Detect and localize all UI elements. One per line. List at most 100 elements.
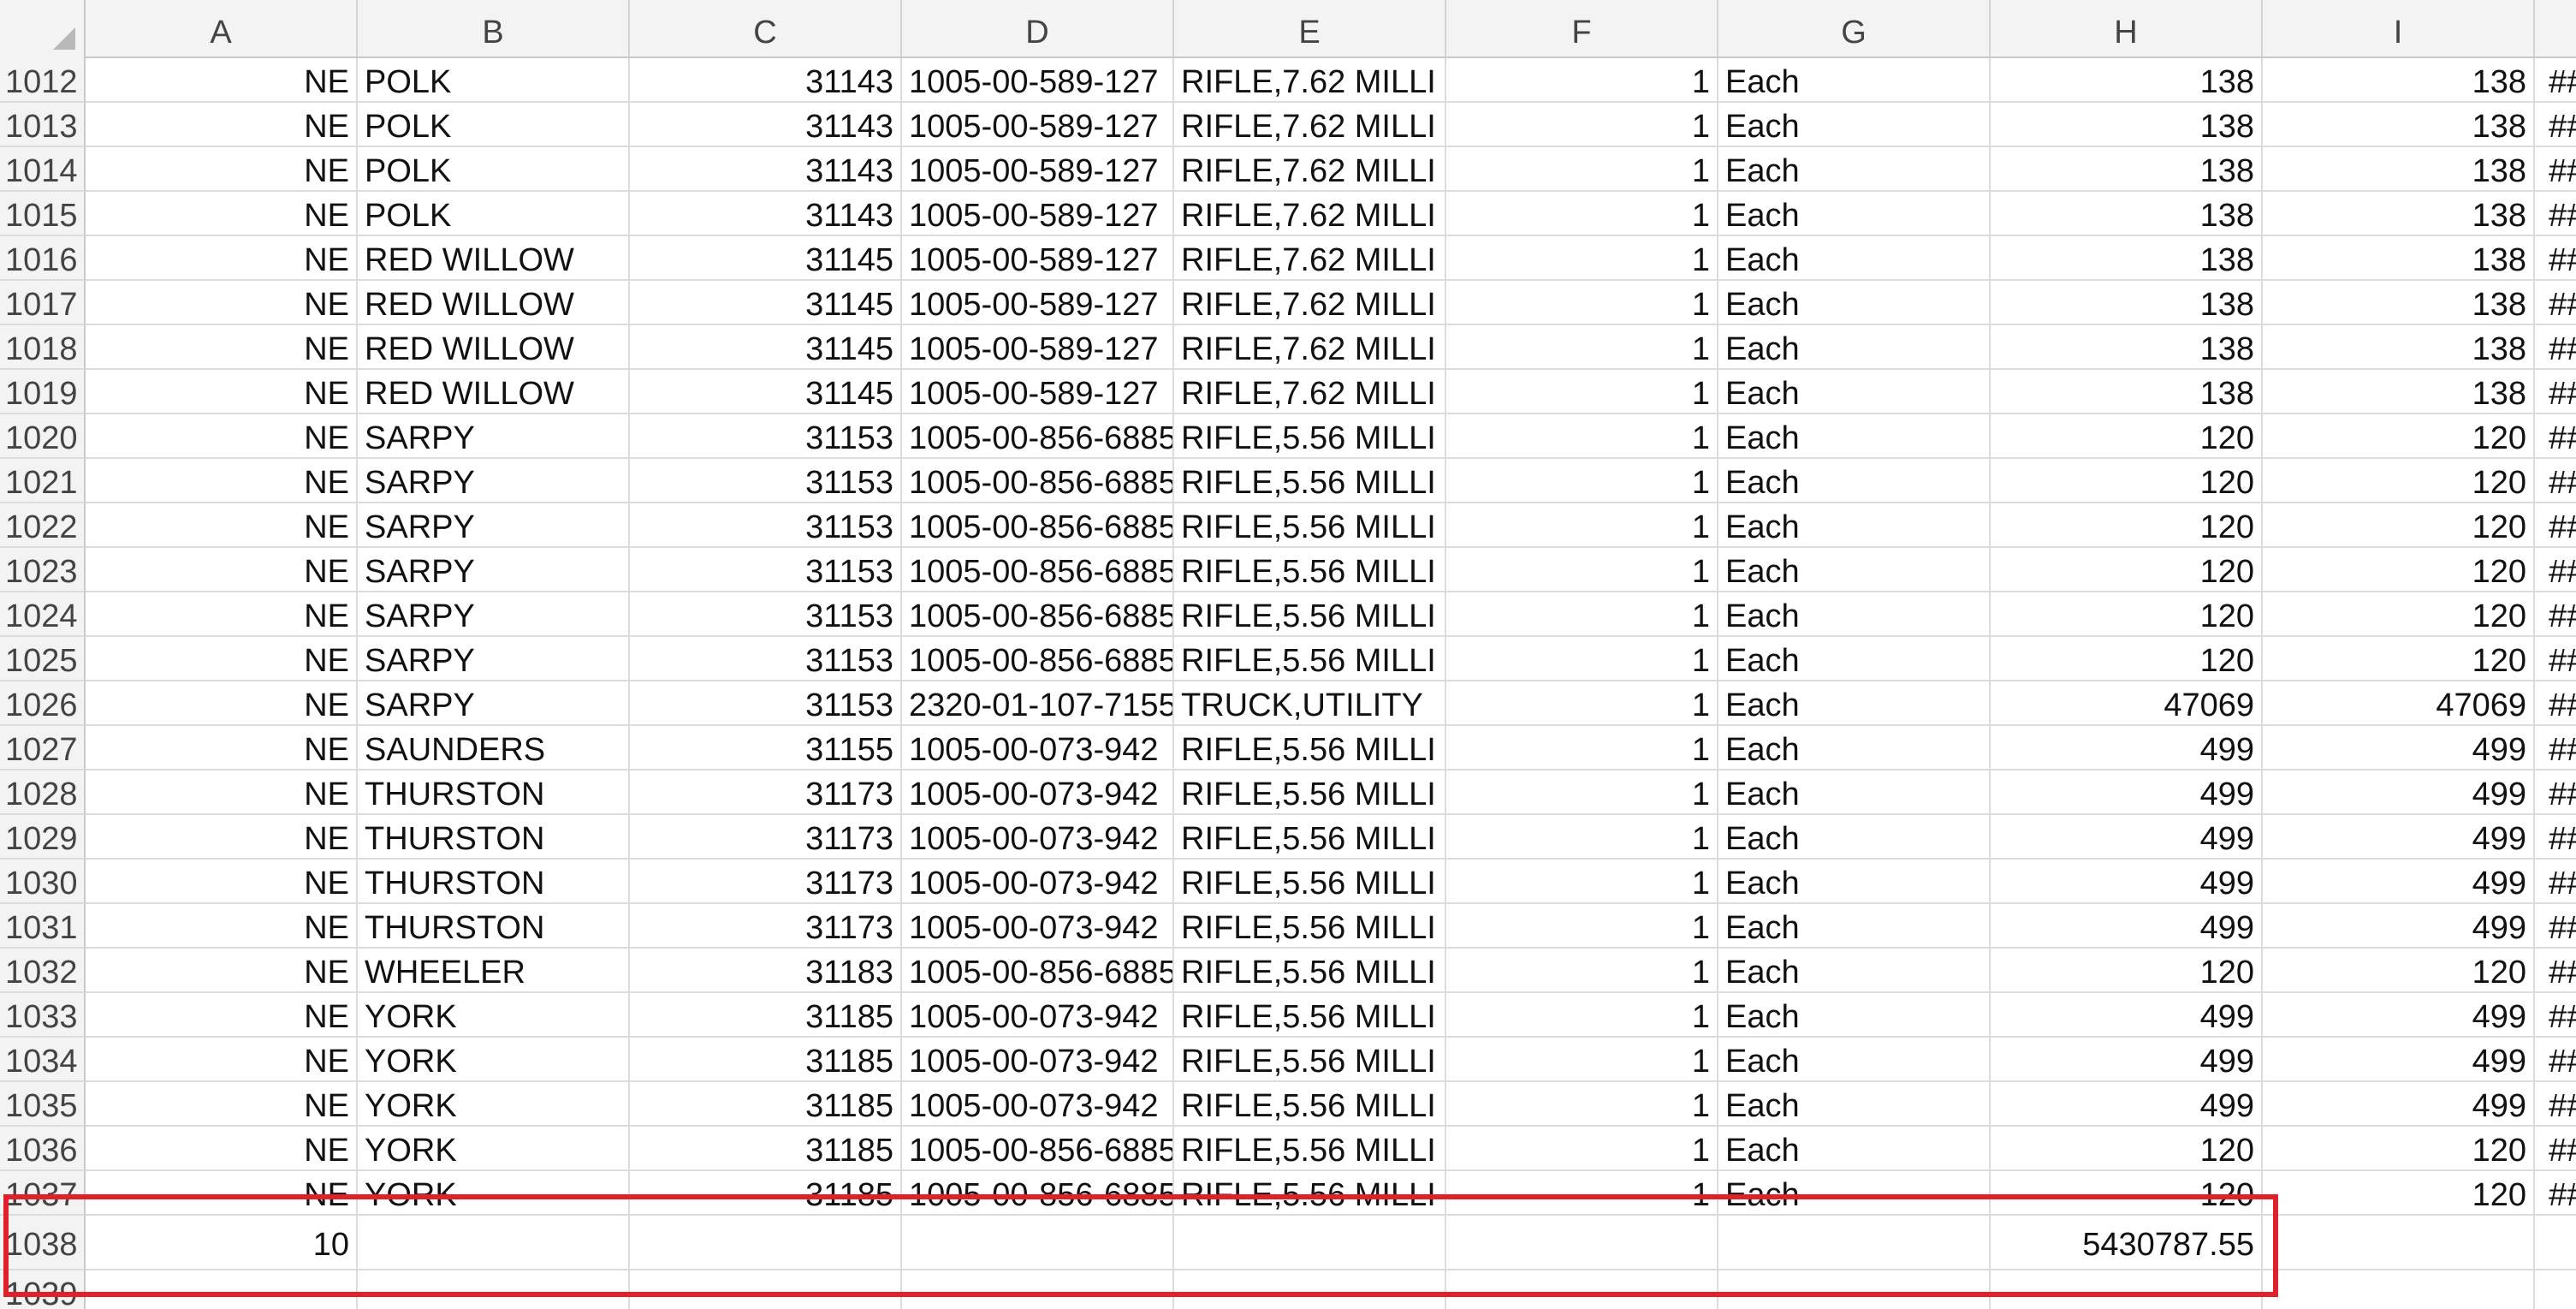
cell-c[interactable] (630, 1270, 902, 1309)
cell-f[interactable]: 1 (1446, 637, 1718, 681)
cell-d[interactable]: 1005-00-856-6885 (902, 414, 1174, 459)
row-header[interactable]: 1023 (0, 548, 86, 592)
row-header[interactable]: 1015 (0, 192, 86, 236)
cell-b[interactable]: YORK (358, 1171, 630, 1216)
row-header[interactable]: 1019 (0, 370, 86, 414)
cell-b[interactable]: SARPY (358, 414, 630, 459)
row-header[interactable]: 1014 (0, 147, 86, 192)
cell-g[interactable]: Each (1718, 503, 1991, 548)
cell-c[interactable]: 31153 (630, 459, 902, 503)
cell-g[interactable]: Each (1718, 726, 1991, 771)
cell-b[interactable] (358, 1216, 630, 1270)
cell-j[interactable]: ## (2535, 681, 2576, 726)
cell-h[interactable]: 138 (1991, 147, 2263, 192)
cell-j[interactable]: ## (2535, 147, 2576, 192)
cell-j[interactable]: ## (2535, 592, 2576, 637)
column-header-b[interactable]: B (358, 0, 630, 57)
cell-b[interactable]: POLK (358, 58, 630, 103)
cell-j[interactable]: ## (2535, 815, 2576, 860)
cell-e[interactable]: RIFLE,5.56 MILLI (1174, 1082, 1446, 1127)
cell-e[interactable]: RIFLE,5.56 MILLI (1174, 592, 1446, 637)
cell-i[interactable]: 120 (2263, 548, 2535, 592)
cell-a[interactable]: NE (86, 459, 358, 503)
cell-j[interactable]: ## (2535, 325, 2576, 370)
cell-a[interactable]: NE (86, 860, 358, 904)
cell-i[interactable]: 138 (2263, 147, 2535, 192)
row-header[interactable]: 1013 (0, 103, 86, 147)
cell-g[interactable]: Each (1718, 592, 1991, 637)
cell-a[interactable]: NE (86, 414, 358, 459)
cell-e[interactable]: TRUCK,UTILITY (1174, 681, 1446, 726)
cell-a[interactable]: NE (86, 236, 358, 281)
cell-b[interactable]: THURSTON (358, 771, 630, 815)
cell-e[interactable]: RIFLE,5.56 MILLI (1174, 993, 1446, 1038)
cell-h[interactable]: 120 (1991, 548, 2263, 592)
cell-c[interactable]: 31185 (630, 1038, 902, 1082)
cell-g[interactable]: Each (1718, 949, 1991, 993)
cell-h[interactable]: 120 (1991, 414, 2263, 459)
cell-j[interactable]: ## (2535, 993, 2576, 1038)
cell-i[interactable]: 120 (2263, 592, 2535, 637)
row-header[interactable]: 1036 (0, 1127, 86, 1171)
cell-a[interactable]: NE (86, 815, 358, 860)
cell-j[interactable] (2535, 1270, 2576, 1309)
cell-h[interactable]: 138 (1991, 236, 2263, 281)
cell-h[interactable]: 138 (1991, 192, 2263, 236)
cell-g[interactable]: Each (1718, 904, 1991, 949)
cell-g[interactable]: Each (1718, 993, 1991, 1038)
cell-a[interactable]: NE (86, 1171, 358, 1216)
cell-d[interactable]: 1005-00-856-6885 (902, 459, 1174, 503)
cell-i[interactable]: 120 (2263, 949, 2535, 993)
cell-d[interactable]: 1005-00-073-942 (902, 860, 1174, 904)
cell-c[interactable]: 31185 (630, 1171, 902, 1216)
cell-d[interactable]: 1005-00-589-127 (902, 58, 1174, 103)
row-header[interactable]: 1033 (0, 993, 86, 1038)
cell-h[interactable]: 499 (1991, 771, 2263, 815)
cell-j[interactable] (2535, 1216, 2576, 1270)
row-header[interactable]: 1031 (0, 904, 86, 949)
cell-i[interactable]: 120 (2263, 414, 2535, 459)
cell-b[interactable]: WHEELER (358, 949, 630, 993)
cell-j[interactable]: ## (2535, 192, 2576, 236)
cell-a[interactable]: NE (86, 949, 358, 993)
cell-h[interactable]: 120 (1991, 592, 2263, 637)
cell-c[interactable]: 31155 (630, 726, 902, 771)
cell-g[interactable]: Each (1718, 147, 1991, 192)
column-header-g[interactable]: G (1718, 0, 1991, 57)
cell-h[interactable]: 499 (1991, 993, 2263, 1038)
cell-a[interactable]: NE (86, 192, 358, 236)
cell-i[interactable]: 499 (2263, 815, 2535, 860)
cell-f[interactable]: 1 (1446, 147, 1718, 192)
cell-f[interactable]: 1 (1446, 815, 1718, 860)
cell-c[interactable]: 31143 (630, 58, 902, 103)
cell-h[interactable]: 138 (1991, 58, 2263, 103)
cell-g[interactable]: Each (1718, 459, 1991, 503)
row-header[interactable]: 1038 (0, 1216, 86, 1270)
cell-g[interactable]: Each (1718, 1038, 1991, 1082)
cell-e[interactable]: RIFLE,5.56 MILLI (1174, 414, 1446, 459)
cell-d[interactable]: 1005-00-856-6885 (902, 637, 1174, 681)
cell-b[interactable]: SARPY (358, 681, 630, 726)
cell-g[interactable]: Each (1718, 236, 1991, 281)
cell-c[interactable]: 31143 (630, 147, 902, 192)
cell-b[interactable]: POLK (358, 192, 630, 236)
cell-g[interactable]: Each (1718, 1171, 1991, 1216)
cell-g[interactable] (1718, 1270, 1991, 1309)
cell-g[interactable]: Each (1718, 281, 1991, 325)
row-header[interactable]: 1039 (0, 1270, 86, 1309)
cell-d[interactable] (902, 1270, 1174, 1309)
cell-a[interactable]: NE (86, 771, 358, 815)
cell-e[interactable]: RIFLE,7.62 MILLI (1174, 325, 1446, 370)
cell-f[interactable]: 1 (1446, 414, 1718, 459)
cell-b[interactable]: SARPY (358, 592, 630, 637)
cell-j[interactable]: ## (2535, 103, 2576, 147)
cell-i[interactable]: 138 (2263, 370, 2535, 414)
cell-f[interactable]: 1 (1446, 325, 1718, 370)
cell-f[interactable]: 1 (1446, 949, 1718, 993)
cell-i[interactable]: 120 (2263, 637, 2535, 681)
row-header[interactable]: 1029 (0, 815, 86, 860)
cell-d[interactable]: 1005-00-589-127 (902, 236, 1174, 281)
cell-c[interactable]: 31153 (630, 681, 902, 726)
cell-j[interactable]: ## (2535, 370, 2576, 414)
row-header[interactable]: 1028 (0, 771, 86, 815)
